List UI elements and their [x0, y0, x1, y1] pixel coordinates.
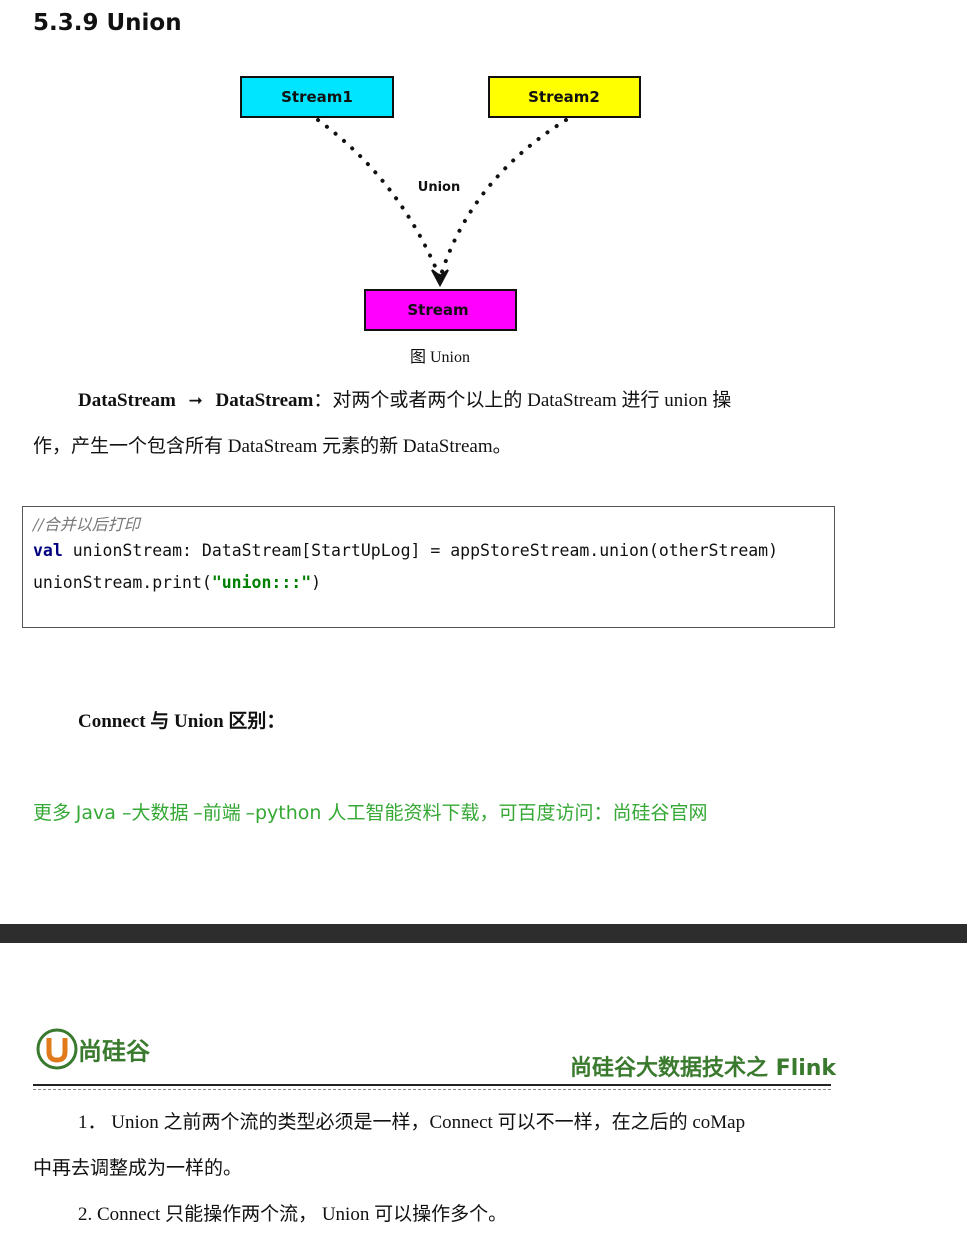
code-block: //合并以后打印 val unionStream: DataStream[Sta… [22, 506, 835, 628]
stream2-label: Stream2 [528, 88, 600, 106]
logo-u-icon [36, 1028, 78, 1070]
from-type: DataStream [78, 390, 176, 411]
description-text-1: ：对两个或者两个以上的 DataStream 进行 union 操 [313, 390, 732, 411]
code-line-3-pre: unionStream.print( [33, 573, 212, 592]
stream1-label: Stream1 [281, 88, 353, 106]
diff-item-1-line-2: 中再去调整成为一样的。 [33, 1158, 243, 1179]
figure-caption: 图 Union [409, 349, 470, 366]
code-line-3: unionStream.print("union:::") [33, 573, 321, 592]
keyword-val: val [33, 541, 63, 560]
diff-item-1-line-1: 1． Union 之前两个流的类型必须是一样，Connect 可以不一样，在之后… [33, 1100, 863, 1146]
left-dotted-line [316, 118, 442, 280]
promo-part-5: 前端 [202, 803, 246, 824]
page-separator-bar [0, 924, 967, 943]
promo-part-2: Java – [75, 802, 132, 824]
arrow-icon: ➞ [188, 391, 203, 411]
union-diagram: Stream1 Stream2 Stream Union [240, 76, 641, 331]
to-type: DataStream [215, 390, 314, 411]
description-line-2: 作，产生一个包含所有 DataStream 元素的新 DataStream。 [33, 436, 512, 457]
page-header-title: 尚硅谷大数据技术之 Flink [570, 1056, 837, 1081]
code-string: "union:::" [211, 573, 312, 592]
description-line-1: DataStream ➞ DataStream：对两个或者两个以上的 DataS… [33, 378, 863, 424]
code-comment: //合并以后打印 [33, 515, 140, 534]
promo-part-7: 人工智能资料下载，可百度访问：尚硅谷官网 [327, 803, 708, 824]
diff-item-1-text: 1． Union 之前两个流的类型必须是一样，Connect 可以不一样，在之后… [78, 1112, 746, 1133]
promo-link[interactable]: 更多 Java –大数据 –前端 –python 人工智能资料下载，可百度访问：… [33, 798, 708, 825]
comparison-heading: Connect 与 Union 区别： [78, 711, 286, 732]
code-line-2: val unionStream: DataStream[StartUpLog] … [33, 541, 778, 560]
logo-text: 尚硅谷 [78, 1037, 150, 1066]
header-rule-dashed [33, 1089, 831, 1090]
promo-part-1: 更多 [33, 803, 76, 824]
company-logo: 尚硅谷 [36, 1028, 150, 1070]
promo-part-6: –python [245, 802, 328, 824]
header-rule [33, 1084, 831, 1086]
arrow-head [431, 269, 449, 288]
union-label: Union [418, 180, 460, 195]
diff-item-2-text: 2. Connect 只能操作两个流， Union 可以操作多个。 [78, 1204, 508, 1225]
code-line-3-post: ) [311, 573, 322, 592]
promo-part-4: – [193, 802, 203, 824]
promo-part-3: 大数据 [131, 803, 194, 824]
diff-item-2: 2. Connect 只能操作两个流， Union 可以操作多个。 [33, 1192, 863, 1238]
right-dotted-line [438, 118, 568, 280]
stream-label: Stream [407, 301, 468, 319]
code-line-2-rest: unionStream: DataStream[StartUpLog] = ap… [62, 541, 779, 560]
